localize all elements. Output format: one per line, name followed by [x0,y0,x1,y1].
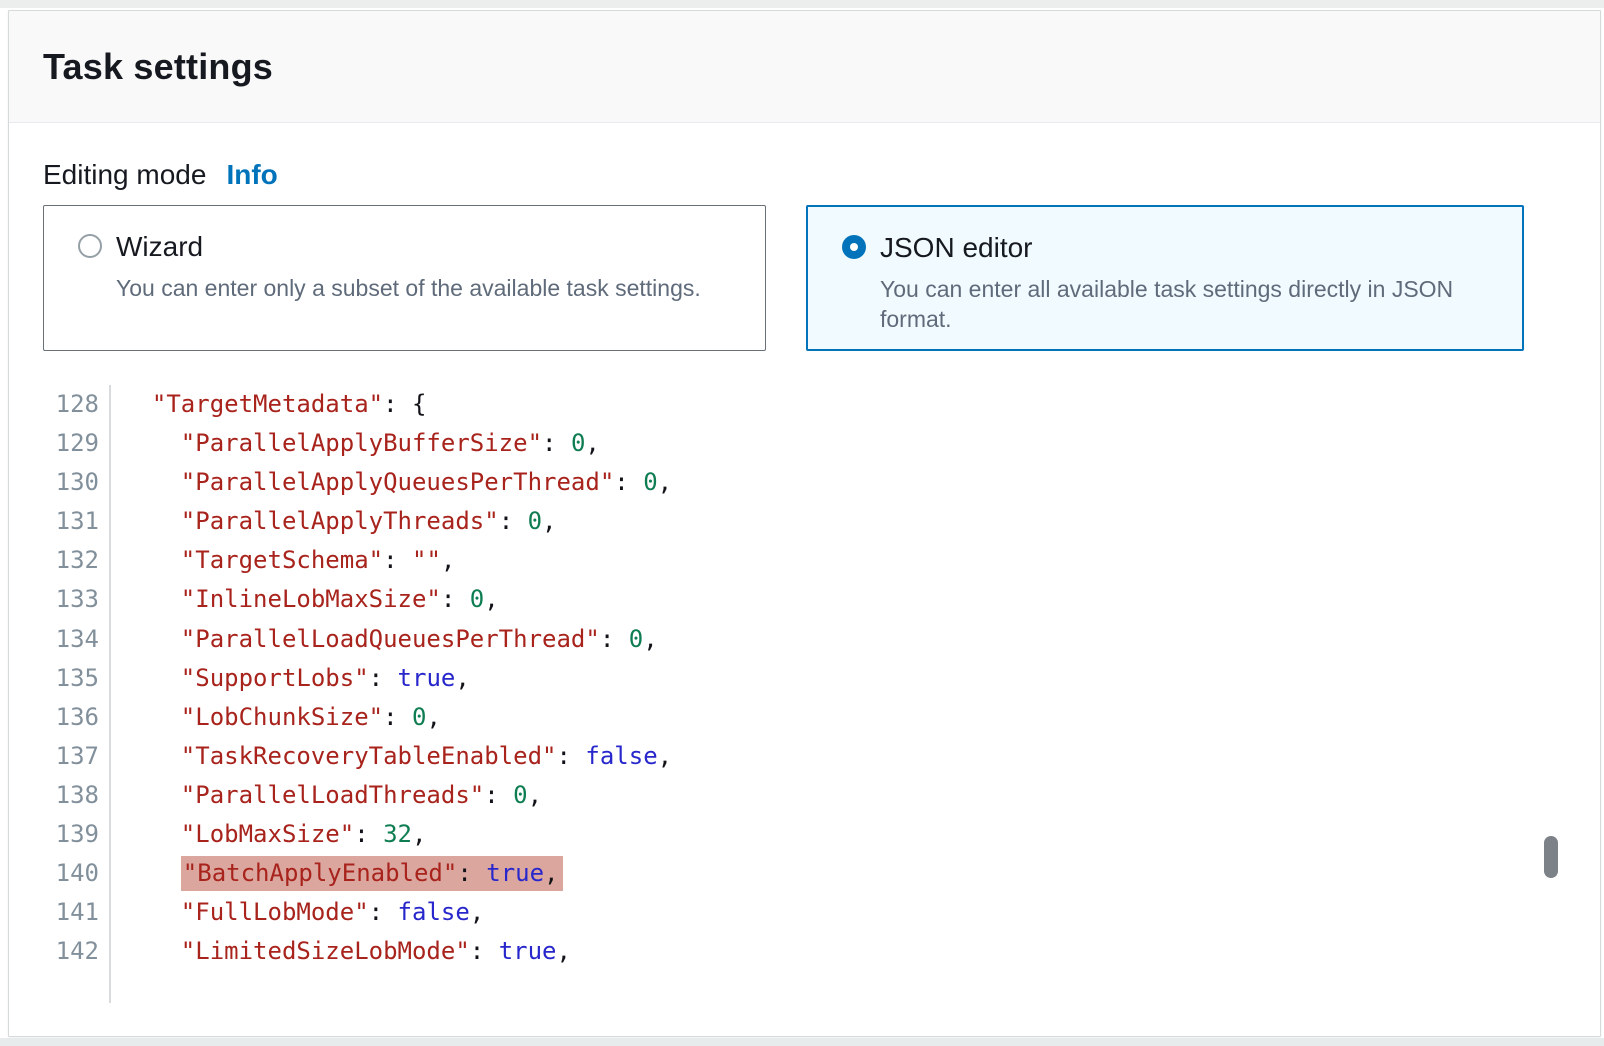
highlighted-code[interactable]: "BatchApplyEnabled": true, [181,856,563,891]
editing-mode-row: Editing mode Info [43,159,1566,191]
info-link[interactable]: Info [226,159,277,191]
line-number: 140 [43,854,99,893]
editing-mode-label: Editing mode [43,159,206,191]
task-settings-panel: Task settings Editing mode Info Wizard Y… [8,10,1601,1037]
line-number: 142 [43,932,99,971]
option-json-editor-label: JSON editor [880,231,1480,265]
panel-header: Task settings [9,11,1600,123]
editor-line[interactable]: "LimitedSizeLobMode": true, [123,932,672,971]
panel-body: Editing mode Info Wizard You can enter o… [9,159,1600,1003]
editor-code[interactable]: "TargetMetadata": { "ParallelApplyBuffer… [111,385,672,1003]
line-number: 130 [43,463,99,502]
line-number: 136 [43,698,99,737]
option-wizard-label: Wizard [116,230,701,264]
line-number: 132 [43,541,99,580]
line-number: 134 [43,620,99,659]
editor-line[interactable]: "LobChunkSize": 0, [123,698,672,737]
line-number: 135 [43,659,99,698]
line-number: 128 [43,385,99,424]
option-json-editor-description: You can enter all available task setting… [880,274,1480,334]
line-number: 133 [43,580,99,619]
editor-line[interactable]: "ParallelApplyThreads": 0, [123,502,672,541]
editor-line[interactable]: "LobMaxSize": 32, [123,815,672,854]
line-number: 139 [43,815,99,854]
editor-line[interactable]: "FullLobMode": false, [123,893,672,932]
option-json-editor[interactable]: JSON editor You can enter all available … [806,205,1524,351]
editing-mode-options: Wizard You can enter only a subset of th… [43,205,1566,351]
panel-title: Task settings [43,46,273,88]
line-number: 131 [43,502,99,541]
editor-scrollbar-thumb[interactable] [1544,836,1558,878]
editor-line[interactable]: "TargetSchema": "", [123,541,672,580]
editor-line[interactable]: "TargetMetadata": { [123,385,672,424]
page: Task settings Editing mode Info Wizard Y… [0,0,1604,1046]
radio-selected-icon[interactable] [842,235,866,259]
editor-line[interactable]: "InlineLobMaxSize": 0, [123,580,672,619]
editor-line[interactable]: "ParallelApplyBufferSize": 0, [123,424,672,463]
json-editor[interactable]: 1281291301311321331341351361371381391401… [43,385,1566,1003]
top-strip [0,0,1604,8]
line-number: 129 [43,424,99,463]
editor-line[interactable]: "ParallelLoadQueuesPerThread": 0, [123,620,672,659]
editor-line[interactable]: "SupportLobs": true, [123,659,672,698]
editor-line[interactable]: "TaskRecoveryTableEnabled": false, [123,737,672,776]
option-wizard-description: You can enter only a subset of the avail… [116,273,701,303]
line-number: 137 [43,737,99,776]
bottom-strip [0,1038,1604,1046]
editor-line[interactable]: "BatchApplyEnabled": true, [123,854,672,893]
editor-line[interactable]: "ParallelLoadThreads": 0, [123,776,672,815]
radio-unselected-icon[interactable] [78,234,102,258]
editor-line[interactable]: "ParallelApplyQueuesPerThread": 0, [123,463,672,502]
option-wizard[interactable]: Wizard You can enter only a subset of th… [43,205,766,351]
option-json-editor-text: JSON editor You can enter all available … [880,231,1480,349]
option-wizard-text: Wizard You can enter only a subset of th… [116,230,701,350]
line-number: 141 [43,893,99,932]
editor-gutter: 1281291301311321331341351361371381391401… [43,385,111,1003]
line-number: 138 [43,776,99,815]
